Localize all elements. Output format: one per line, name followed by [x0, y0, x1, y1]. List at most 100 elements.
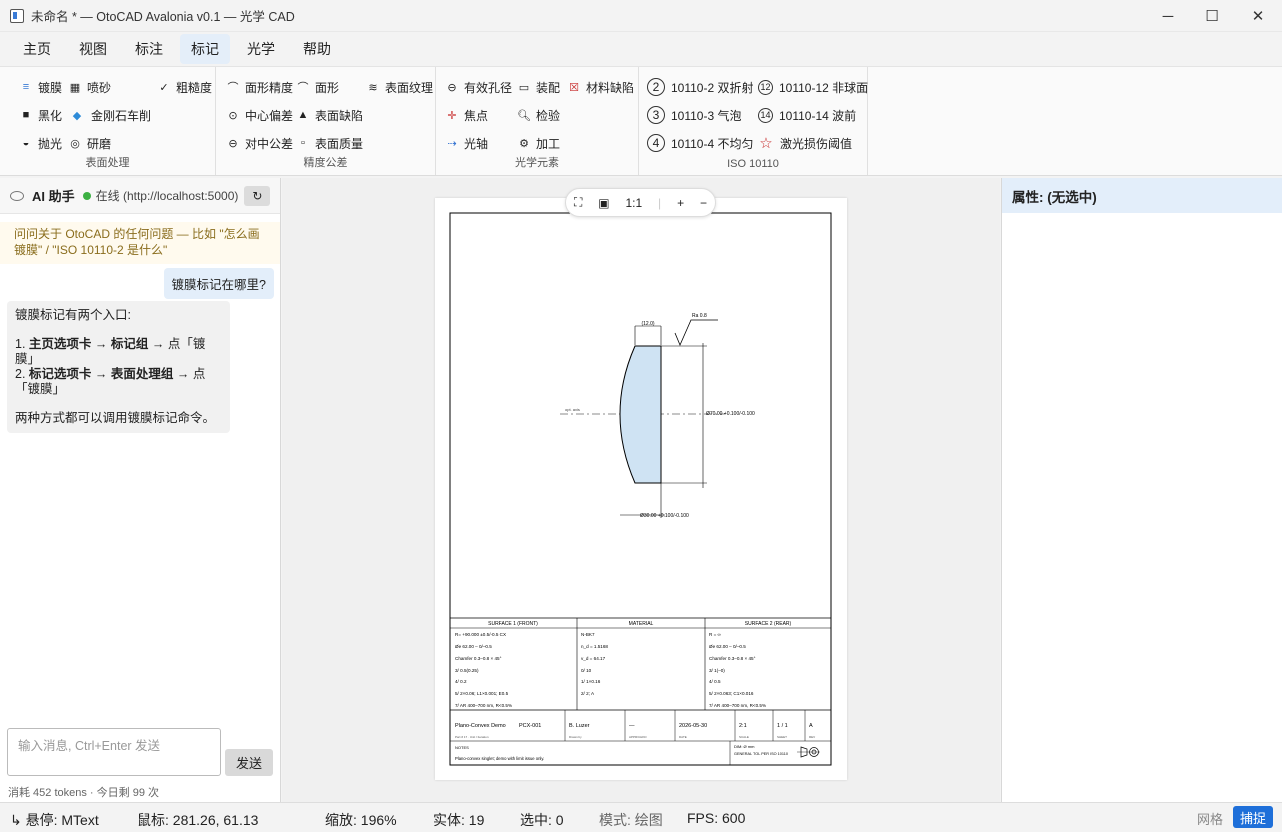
svg-text:7/ AR 400–700 nm, R<0.5%: 7/ AR 400–700 nm, R<0.5%: [709, 703, 766, 708]
reply-step-2: 2. 标记选项卡 → 表面处理组 → 点「镀膜」: [15, 367, 206, 396]
diameter-dim: Ø70.00 +0.100/-0.100: [706, 411, 755, 417]
token-usage: 消耗 452 tokens · 今日剩 99 次: [8, 787, 159, 799]
minus-circle-icon: ⊖: [228, 137, 238, 150]
form-precision-button[interactable]: ⌒ 面形精度: [225, 76, 294, 98]
shape-button[interactable]: ⌒ 面形: [295, 76, 340, 98]
svg-text:Øe 62.00 – 0/–0.5: Øe 62.00 – 0/–0.5: [455, 644, 492, 649]
surface-quality-button[interactable]: ▫ 表面质量: [295, 132, 363, 154]
reply-step-1: 1. 主页选项卡 → 标记组 → 点「镀膜」: [15, 337, 206, 366]
svg-text:2/ 2; A: 2/ 2; A: [581, 691, 595, 696]
svg-text:DIM: Ø mm: DIM: Ø mm: [734, 744, 755, 749]
tab-home[interactable]: 主页: [12, 34, 62, 64]
zoom-status: 缩放: 196%: [325, 812, 397, 828]
zoom-toolbar: ⛶ ▣ 1:1 | + −: [565, 188, 716, 217]
number-circle-icon: 12: [758, 79, 773, 95]
coating-icon: ≡: [22, 81, 30, 93]
close-button[interactable]: ✕: [1235, 0, 1281, 32]
process-button[interactable]: ⚙ 加工: [516, 132, 560, 154]
projection-symbol-icon: [797, 746, 820, 758]
focus-button[interactable]: ✛ 焦点: [444, 104, 488, 126]
svg-text:1 / 1: 1 / 1: [777, 723, 788, 729]
roughness-label: Ra 0.8: [692, 313, 707, 319]
svg-text:R= +90.000 ±0.5/-0.5 CX: R= +90.000 ±0.5/-0.5 CX: [455, 632, 506, 637]
zoom-out-button[interactable]: −: [700, 196, 707, 210]
axis-label: opt. axis: [565, 407, 580, 412]
inspect-button[interactable]: 🔍︎ 检验: [516, 104, 560, 126]
zoom-in-button[interactable]: +: [677, 196, 684, 210]
svg-text:Chamfer 0.3–0.8 × 45°: Chamfer 0.3–0.8 × 45°: [709, 656, 756, 661]
blacken-button[interactable]: ■ 黑化: [18, 104, 62, 126]
menu-bar: 主页 视图 标注 标记 光学 帮助: [0, 32, 1282, 66]
mode-status: 模式: 绘图: [599, 812, 663, 828]
material-defect-button[interactable]: ☒ 材料缺陷: [566, 76, 634, 98]
svg-text:Øe 62.00 – 0/–0.5: Øe 62.00 – 0/–0.5: [709, 644, 746, 649]
svg-text:7/ AR 400–700 nm, R<0.5%: 7/ AR 400–700 nm, R<0.5%: [455, 703, 512, 708]
ribbon-group-optical: ⊖ 有效孔径 ▭ 装配 ☒ 材料缺陷 ✛ 焦点 🔍︎ 检验 ⇢ 光轴 ⚙ 加工 光学元素: [436, 67, 639, 175]
ai-header: AI 助手 在线 (http://localhost:5000) ↻: [0, 178, 280, 214]
iso-10110-12-button[interactable]: 12 10110-12 非球面: [758, 76, 868, 98]
frame-button[interactable]: ▣: [598, 196, 609, 210]
texture-icon: ≋: [368, 81, 378, 94]
fit-screen-button[interactable]: ⛶: [574, 195, 582, 210]
grind-button[interactable]: ◎ 研磨: [67, 132, 111, 154]
status-bar: ↳ 悬停: MText 鼠标: 281.26, 61.13 缩放: 196% 实…: [0, 802, 1282, 832]
svg-text:1/ 1×0.16: 1/ 1×0.16: [581, 679, 601, 684]
lens-shape[interactable]: [619, 345, 662, 484]
surface-defect-button[interactable]: ▲ 表面缺陷: [295, 104, 363, 126]
blacken-icon: ■: [22, 109, 30, 121]
refresh-button[interactable]: ↻: [244, 185, 271, 206]
refresh-icon: ↻: [252, 188, 263, 203]
chat-bubble-icon: [10, 190, 24, 201]
header-surface1: SURFACE 1 (FRONT): [488, 621, 538, 627]
laser-damage-button[interactable]: ☆ 激光损伤阈值: [758, 132, 852, 154]
aperture-button[interactable]: ⊖ 有效孔径: [444, 76, 512, 98]
zoom-1-1-button[interactable]: 1:1: [625, 196, 642, 210]
roughness-button[interactable]: ✓ 粗糙度: [156, 76, 212, 98]
texture-button[interactable]: ≋ 表面纹理: [365, 76, 433, 98]
svg-text:4/ 0.5: 4/ 0.5: [709, 679, 721, 684]
roughness-icon: ✓: [159, 81, 169, 94]
iso-10110-14-button[interactable]: 14 10110-14 波前: [758, 104, 856, 126]
polish-button[interactable]: ◒ 抛光: [18, 132, 62, 154]
title-bar: 未命名 * — OtoCAD Avalonia v0.1 — 光学 CAD ─ …: [0, 0, 1282, 32]
tab-optics[interactable]: 光学: [236, 34, 286, 64]
coating-button[interactable]: ≡ 镀膜: [18, 76, 62, 98]
assembly-button[interactable]: ▭ 装配: [516, 76, 560, 98]
message-input[interactable]: 输入消息, Ctrl+Enter 发送: [7, 728, 221, 776]
group-label-optical: 光学元素: [515, 157, 559, 169]
drawing-canvas[interactable]: opt. axis (12.0) Ø70.00 +0.100/-0.100 Ø3…: [282, 178, 1000, 802]
thickness-dim: (12.0): [641, 321, 654, 327]
send-button[interactable]: 发送: [225, 749, 273, 776]
group-label-surface: 表面处理: [85, 157, 130, 169]
svg-text:—: —: [629, 723, 635, 729]
arc-icon: ⌒: [227, 82, 239, 94]
iso-10110-4-button[interactable]: 4 10110-4 不均匀: [647, 132, 753, 154]
svg-text:Plano-convex singlet; demo wit: Plano-convex singlet; demo with limit is…: [455, 756, 544, 761]
user-message: 镀膜标记在哪里?: [163, 268, 274, 299]
hover-status: ↳ 悬停: MText: [10, 812, 99, 828]
sandblast-button[interactable]: ▦ 喷砂: [67, 76, 111, 98]
iso-10110-3-button[interactable]: 3 10110-3 气泡: [647, 104, 741, 126]
centering-button[interactable]: ⊙ 中心偏差: [225, 104, 293, 126]
number-circle-icon: 3: [647, 106, 665, 124]
tab-annotate[interactable]: 标注: [124, 34, 174, 64]
tab-view[interactable]: 视图: [68, 34, 118, 64]
tab-help[interactable]: 帮助: [292, 34, 342, 64]
centration-button[interactable]: ⊖ 对中公差: [225, 132, 293, 154]
mouse-coords: 鼠标: 281.26, 61.13: [137, 812, 259, 828]
star-icon: ☆: [759, 135, 773, 152]
iso-10110-2-button[interactable]: 2 10110-2 双折射: [647, 76, 753, 98]
svg-text:5/ 2×0.063; C1×0.016: 5/ 2×0.063; C1×0.016: [709, 691, 754, 696]
optical-axis-button[interactable]: ⇢ 光轴: [444, 132, 488, 154]
snap-toggle[interactable]: 捕捉: [1233, 806, 1273, 828]
svg-text:4/ 0.2: 4/ 0.2: [455, 679, 467, 684]
ai-assistant-panel: AI 助手 在线 (http://localhost:5000) ↻ 问问关于 …: [0, 178, 281, 802]
minimize-button[interactable]: ─: [1145, 0, 1191, 32]
maximize-button[interactable]: ☐: [1189, 0, 1235, 32]
diamond-turning-button[interactable]: ◆ 金刚石车削: [69, 104, 151, 126]
crosshair-icon: ✛: [447, 109, 457, 122]
tab-mark[interactable]: 标记: [180, 34, 230, 64]
grid-toggle[interactable]: 网格: [1197, 809, 1223, 828]
ai-message: 镀膜标记有两个入口: 1. 主页选项卡 → 标记组 → 点「镀膜」 2. 标记选…: [7, 301, 230, 433]
window-title: 未命名 * — OtoCAD Avalonia v0.1 — 光学 CAD: [31, 10, 295, 24]
